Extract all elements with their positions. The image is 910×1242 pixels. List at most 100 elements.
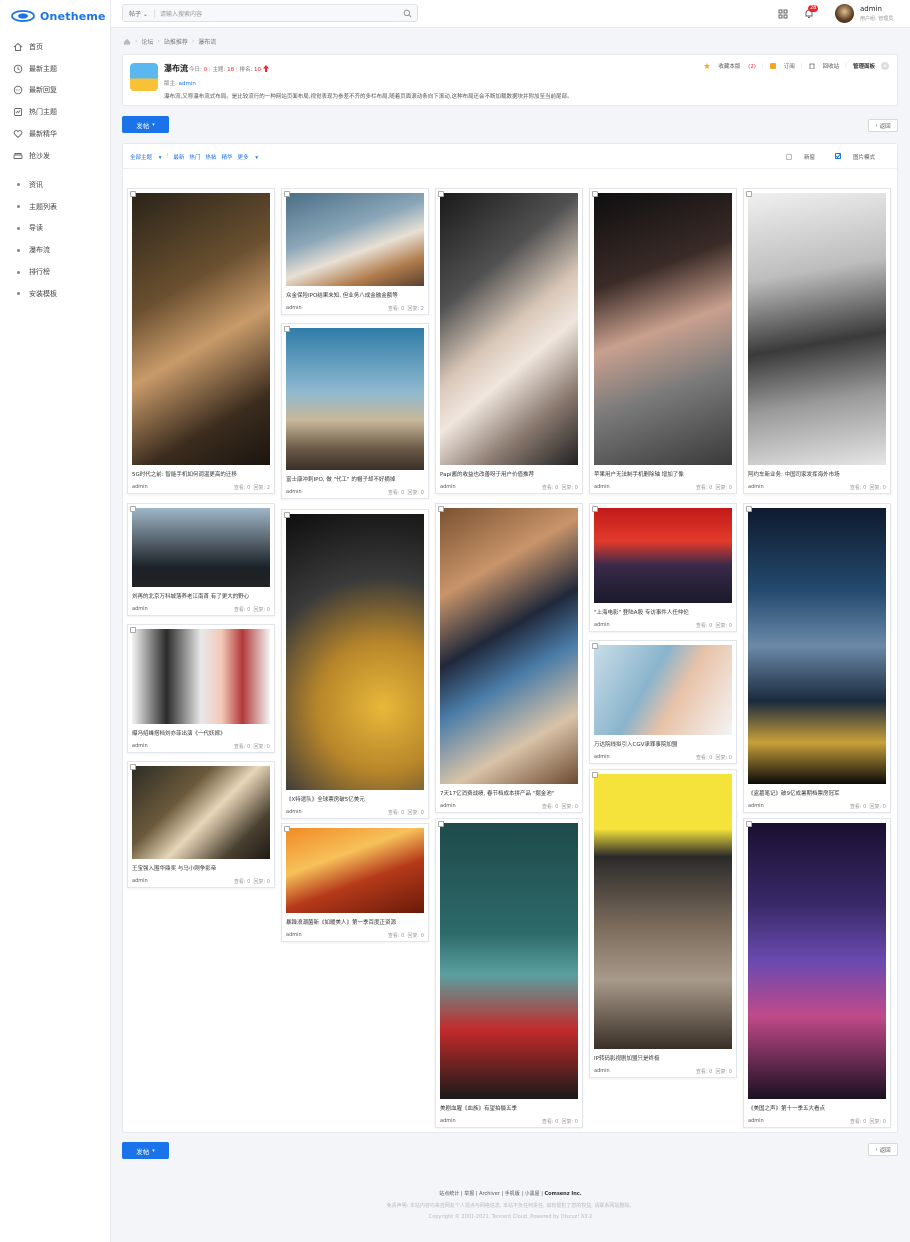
thread-thumbnail[interactable] xyxy=(286,193,424,286)
collapse-icon[interactable] xyxy=(881,62,889,70)
thread-title[interactable]: 王宝强入围华鼎奖 与马小刚争影帝 xyxy=(132,864,270,872)
thread-thumbnail[interactable] xyxy=(748,193,886,465)
thread-title[interactable]: 众金保险IPO结果未知, 但业务八成金融金额等 xyxy=(286,291,424,299)
thread-thumbnail[interactable] xyxy=(132,508,270,587)
post-button-top[interactable]: 发帖 ▾ xyxy=(122,116,169,133)
thread-author[interactable]: admin xyxy=(132,878,148,885)
thread-title[interactable]: IP转码影视剧加盟只是终极 xyxy=(594,1054,732,1062)
thread-title[interactable]: 万达院线拟引入CGV承罪事院加盟 xyxy=(594,740,732,748)
thread-card[interactable]: 《美国之声》第十一季五大看点 admin 查看: 0 回复: 0 xyxy=(743,818,891,1128)
search-input[interactable]: 请输入搜索内容 xyxy=(160,9,403,18)
sidebar-item-topic-list[interactable]: 主题列表 xyxy=(0,196,110,218)
thread-author[interactable]: admin xyxy=(132,743,148,750)
select-checkbox[interactable] xyxy=(592,506,598,512)
option-new-window[interactable]: 新窗 xyxy=(776,153,815,161)
thread-card[interactable]: 富士康冲刺IPO, 做 "代工" 的帽子却不好摘掉 admin 查看: 0 回复: … xyxy=(281,323,429,499)
thread-thumbnail[interactable] xyxy=(440,193,578,465)
thread-author[interactable]: admin xyxy=(132,606,148,613)
select-checkbox[interactable] xyxy=(592,191,598,197)
footer-link[interactable]: 站点统计 xyxy=(439,1191,459,1197)
logo[interactable]: Onetheme xyxy=(11,8,106,24)
filter-more[interactable]: 更多 ▾ xyxy=(237,153,258,161)
thread-card[interactable]: 万达院线拟引入CGV承罪事院加盟 admin 查看: 0 回复: 0 xyxy=(589,640,737,764)
thread-author[interactable]: admin xyxy=(286,809,302,816)
thread-thumbnail[interactable] xyxy=(286,328,424,470)
sidebar-item-sofa[interactable]: 抢沙发 xyxy=(0,145,110,167)
select-checkbox[interactable] xyxy=(592,772,598,778)
subscribe-button[interactable]: 订阅 xyxy=(769,62,795,70)
thread-card[interactable]: 7天17亿消费战绩, 春节档成本拼产品 "掘金池" admin 查看: 0 回复: … xyxy=(435,503,583,813)
thread-author[interactable]: admin xyxy=(440,484,456,491)
thread-author[interactable]: admin xyxy=(132,484,148,491)
sidebar-item-replies[interactable]: 最新回复 xyxy=(0,80,110,102)
thread-card[interactable]: Papi酱的收益也改善呀于用户价值推荐 admin 查看: 0 回复: 0 xyxy=(435,188,583,494)
thread-thumbnail[interactable] xyxy=(594,774,732,1049)
thread-card[interactable]: IP转码影视剧加盟只是终极 admin 查看: 0 回复: 0 xyxy=(589,769,737,1078)
select-checkbox[interactable] xyxy=(746,821,752,827)
sidebar-item-ranking[interactable]: 排行榜 xyxy=(0,261,110,283)
select-checkbox[interactable] xyxy=(130,191,136,197)
thread-title[interactable]: 美剧血腥《血族》有望拍摄五季 xyxy=(440,1104,578,1112)
thread-thumbnail[interactable] xyxy=(594,508,732,603)
checkbox-checked[interactable] xyxy=(834,153,841,159)
recycle-button[interactable]: 回收站 xyxy=(809,62,839,70)
thread-thumbnail[interactable] xyxy=(594,193,732,465)
avatar[interactable] xyxy=(835,4,854,23)
thread-author[interactable]: admin xyxy=(594,484,610,491)
thread-card[interactable]: 阿约车新业务: 中国司家发挥海外市场 admin 查看: 0 回复: 0 xyxy=(743,188,891,494)
thread-author[interactable]: admin xyxy=(748,1118,764,1125)
breadcrumb-item[interactable]: 瀑布流 xyxy=(198,37,216,46)
thread-thumbnail[interactable] xyxy=(132,766,270,859)
breadcrumb-item[interactable]: 站推推荐 xyxy=(164,37,188,46)
thread-card[interactable]: 王宝强入围华鼎奖 与马小刚争影帝 admin 查看: 0 回复: 0 xyxy=(127,761,275,888)
filter-hotpost[interactable]: 热帖 xyxy=(205,153,216,161)
select-checkbox[interactable] xyxy=(130,506,136,512)
filter-hot[interactable]: 热门 xyxy=(189,153,200,161)
thread-title[interactable]: 刘再的北京万科城落养老江南首 有了更大的野心 xyxy=(132,592,270,600)
home-icon[interactable] xyxy=(123,38,131,45)
sidebar-item-news[interactable]: 资讯 xyxy=(0,174,110,196)
filter-latest[interactable]: 最新 xyxy=(173,153,184,161)
select-checkbox[interactable] xyxy=(746,506,752,512)
thread-title[interactable]: 富士康冲刺IPO, 做 "代工" 的帽子却不好摘掉 xyxy=(286,475,424,483)
thread-card[interactable]: 刘再的北京万科城落养老江南首 有了更大的野心 admin 查看: 0 回复: 0 xyxy=(127,503,275,616)
sidebar-item-waterfall[interactable]: 瀑布流 xyxy=(0,239,110,261)
thread-card[interactable]: 暴躁浪潮菌新《如暖美人》第一季百度正资源 admin 查看: 0 回复: 0 xyxy=(281,823,429,942)
thread-thumbnail[interactable] xyxy=(440,823,578,1099)
select-checkbox[interactable] xyxy=(284,326,290,332)
sidebar-item-hot[interactable]: 热门主题 xyxy=(0,101,110,123)
thread-title[interactable]: 《X特遣队》全球票房破5亿美元 xyxy=(286,795,424,803)
apps-grid-icon[interactable] xyxy=(778,9,788,19)
select-checkbox[interactable] xyxy=(592,643,598,649)
thread-title[interactable]: Papi酱的收益也改善呀于用户价值推荐 xyxy=(440,470,578,478)
thread-title[interactable]: 苹果用户无法制手机删除轴 增加了像 xyxy=(594,470,732,478)
select-checkbox[interactable] xyxy=(746,191,752,197)
moderator-link[interactable]: admin xyxy=(179,81,196,87)
thread-card[interactable]: 《X特遣队》全球票房破5亿美元 admin 查看: 0 回复: 0 xyxy=(281,509,429,819)
sidebar-item-guide[interactable]: 导读 xyxy=(0,218,110,240)
thread-thumbnail[interactable] xyxy=(748,823,886,1099)
thread-title[interactable]: 5G时代之前: 智能手机如何调温更高的迁移 xyxy=(132,470,270,478)
thread-thumbnail[interactable] xyxy=(594,645,732,735)
thread-author[interactable]: admin xyxy=(594,754,610,761)
select-checkbox[interactable] xyxy=(284,512,290,518)
filter-all[interactable]: 全部主题 ▾ xyxy=(130,153,162,161)
thread-title[interactable]: 《美国之声》第十一季五大看点 xyxy=(748,1104,886,1112)
search-icon[interactable] xyxy=(403,9,412,18)
thread-thumbnail[interactable] xyxy=(286,514,424,790)
sidebar-item-install-template[interactable]: 安装模板 xyxy=(0,283,110,305)
footer-link[interactable]: 手机版 xyxy=(505,1191,520,1197)
thread-title[interactable]: 阿约车新业务: 中国司家发挥海外市场 xyxy=(748,470,886,478)
breadcrumb-item[interactable]: 论坛 xyxy=(141,37,153,46)
thread-card[interactable]: 众金保险IPO结果未知, 但业务八成金融金额等 admin 查看: 0 回复: 2 xyxy=(281,188,429,315)
select-checkbox[interactable] xyxy=(438,506,444,512)
thread-title[interactable]: 《盗墓笔记》破9亿成暑期档票房冠军 xyxy=(748,789,886,797)
thread-thumbnail[interactable] xyxy=(286,828,424,913)
back-button-bottom[interactable]: ‹ 返回 xyxy=(868,1143,898,1156)
search-type-select[interactable]: 帖子 ⌄ xyxy=(123,8,155,18)
sidebar-item-home[interactable]: 首页 xyxy=(0,36,110,58)
select-checkbox[interactable] xyxy=(438,821,444,827)
checkbox[interactable] xyxy=(785,154,792,160)
thread-author[interactable]: admin xyxy=(440,803,456,810)
thread-author[interactable]: admin xyxy=(748,803,764,810)
